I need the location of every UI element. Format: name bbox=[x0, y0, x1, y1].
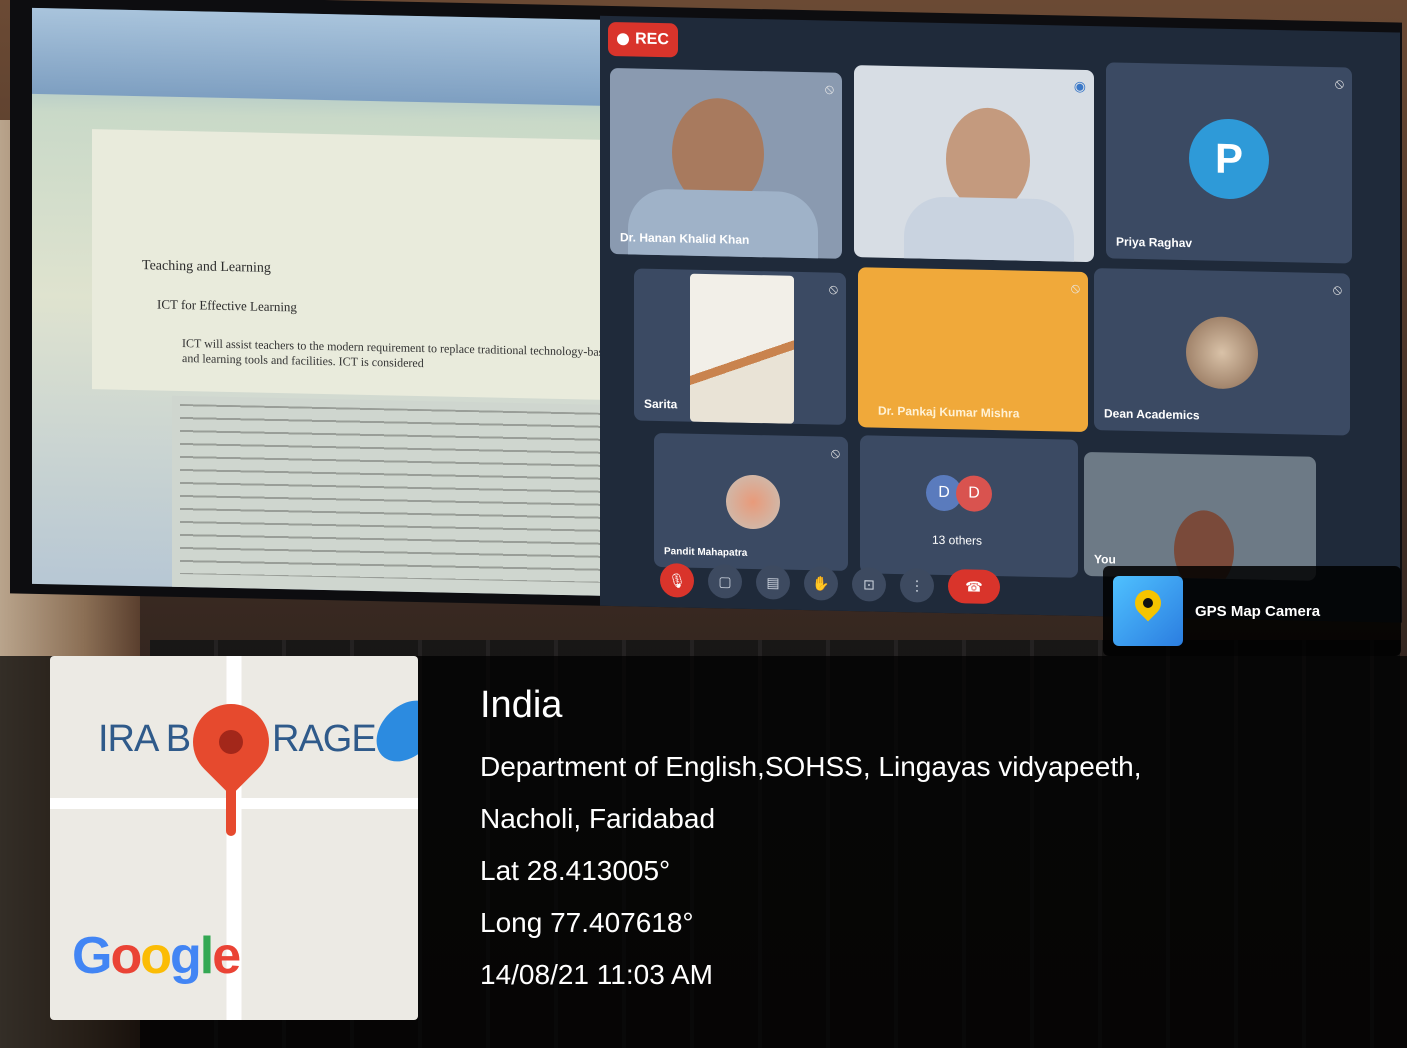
participant-name: You bbox=[1094, 552, 1116, 567]
others-count: 13 others bbox=[932, 532, 983, 548]
participant-name: Pandit Mahapatra bbox=[664, 546, 748, 559]
captions-button[interactable]: ▤ bbox=[756, 565, 790, 600]
others-avatar-2: D bbox=[956, 475, 992, 512]
participant-name: Dr. Hanan Khalid Khan bbox=[620, 230, 750, 247]
document-lower-pane bbox=[172, 395, 652, 597]
mic-toggle-button[interactable]: 🎙 bbox=[660, 563, 694, 598]
rec-label: REC bbox=[635, 30, 669, 49]
document-ribbon bbox=[32, 7, 652, 107]
google-logo: Google bbox=[72, 927, 241, 985]
participant-tile-3[interactable]: P Priya Raghav ⦸ bbox=[1106, 62, 1352, 264]
record-dot-icon bbox=[617, 33, 630, 46]
gps-map-camera-badge: GPS Map Camera bbox=[1103, 566, 1401, 656]
location-datetime: 14/08/21 11:03 AM bbox=[480, 959, 713, 990]
participant-video bbox=[690, 273, 794, 424]
participant-name: Dean Academics bbox=[1104, 406, 1200, 423]
map-pin-tail bbox=[226, 774, 236, 836]
participant-avatar: P bbox=[1189, 118, 1269, 200]
more-options-button[interactable]: ⋮ bbox=[900, 568, 934, 603]
camera-toggle-button[interactable]: ▢ bbox=[708, 564, 742, 599]
participant-tile-self[interactable]: You bbox=[1084, 451, 1316, 581]
doc-heading-teaching: Teaching and Learning bbox=[142, 258, 271, 276]
participant-tile-4[interactable]: Sarita ⦸ bbox=[634, 268, 846, 425]
participant-name: Priya Raghav bbox=[1116, 234, 1193, 251]
participant-tile-others[interactable]: D D 13 others bbox=[860, 435, 1078, 578]
participant-tile-1[interactable]: Dr. Hanan Khalid Khan ⦸ bbox=[610, 67, 842, 259]
present-button[interactable]: ⊡ bbox=[852, 567, 886, 602]
map-place-label-right: RAGE bbox=[272, 718, 377, 760]
location-info: India Department of English,SOHSS, Linga… bbox=[480, 684, 1141, 1001]
mic-off-icon: ⦸ bbox=[828, 280, 838, 297]
mic-off-icon: ⦸ bbox=[1332, 281, 1342, 298]
recording-indicator: REC bbox=[608, 21, 678, 58]
mic-off-icon: ⦸ bbox=[1070, 279, 1080, 296]
participant-body bbox=[904, 196, 1074, 263]
mic-off-icon: ⦸ bbox=[824, 80, 834, 97]
word-document-window: Teaching and Learning ICT for Effective … bbox=[32, 7, 652, 597]
location-address-line1: Department of English,SOHSS, Lingayas vi… bbox=[480, 751, 1142, 782]
participant-tile-6[interactable]: Dean Academics ⦸ bbox=[1094, 268, 1350, 436]
doc-text-lines bbox=[180, 403, 652, 585]
location-latitude: Lat 28.413005° bbox=[480, 855, 671, 886]
location-address-line2: Nacholi, Faridabad bbox=[480, 803, 716, 834]
gps-badge-title: GPS Map Camera bbox=[1195, 602, 1321, 620]
end-call-button[interactable]: ☎ bbox=[948, 569, 1000, 605]
video-call-window: REC Dr. Hanan Khalid Khan ⦸ ◉ P Priya Ra… bbox=[600, 15, 1400, 623]
participant-tile-5[interactable]: Dr. Pankaj Kumar Mishra ⦸ bbox=[858, 267, 1088, 433]
participant-tile-7[interactable]: Pandit Mahapatra ⦸ bbox=[654, 432, 848, 571]
participant-name: Sarita bbox=[644, 396, 678, 412]
mic-off-icon: ⦸ bbox=[830, 444, 840, 461]
camera-lens-icon bbox=[1143, 598, 1153, 608]
gps-map-camera-logo-icon bbox=[1113, 576, 1183, 646]
participant-name: Dr. Pankaj Kumar Mishra bbox=[878, 403, 1020, 421]
location-country: India bbox=[480, 684, 563, 726]
raise-hand-button[interactable]: ✋ bbox=[804, 566, 838, 601]
doc-heading-ict: ICT for Effective Learning bbox=[157, 296, 297, 315]
participant-tile-2[interactable]: ◉ bbox=[854, 65, 1094, 263]
laptop-screen: Teaching and Learning ICT for Effective … bbox=[10, 0, 1402, 623]
map-place-label-left: IRA B bbox=[98, 718, 191, 760]
map-thumbnail: IRA B RAGE Google bbox=[50, 656, 418, 1020]
participant-avatar bbox=[726, 474, 780, 530]
mic-off-icon: ⦸ bbox=[1334, 75, 1344, 92]
participant-avatar bbox=[1186, 316, 1258, 390]
participant-body bbox=[628, 188, 818, 259]
speaking-icon: ◉ bbox=[1073, 77, 1086, 94]
location-longitude: Long 77.407618° bbox=[480, 907, 694, 938]
